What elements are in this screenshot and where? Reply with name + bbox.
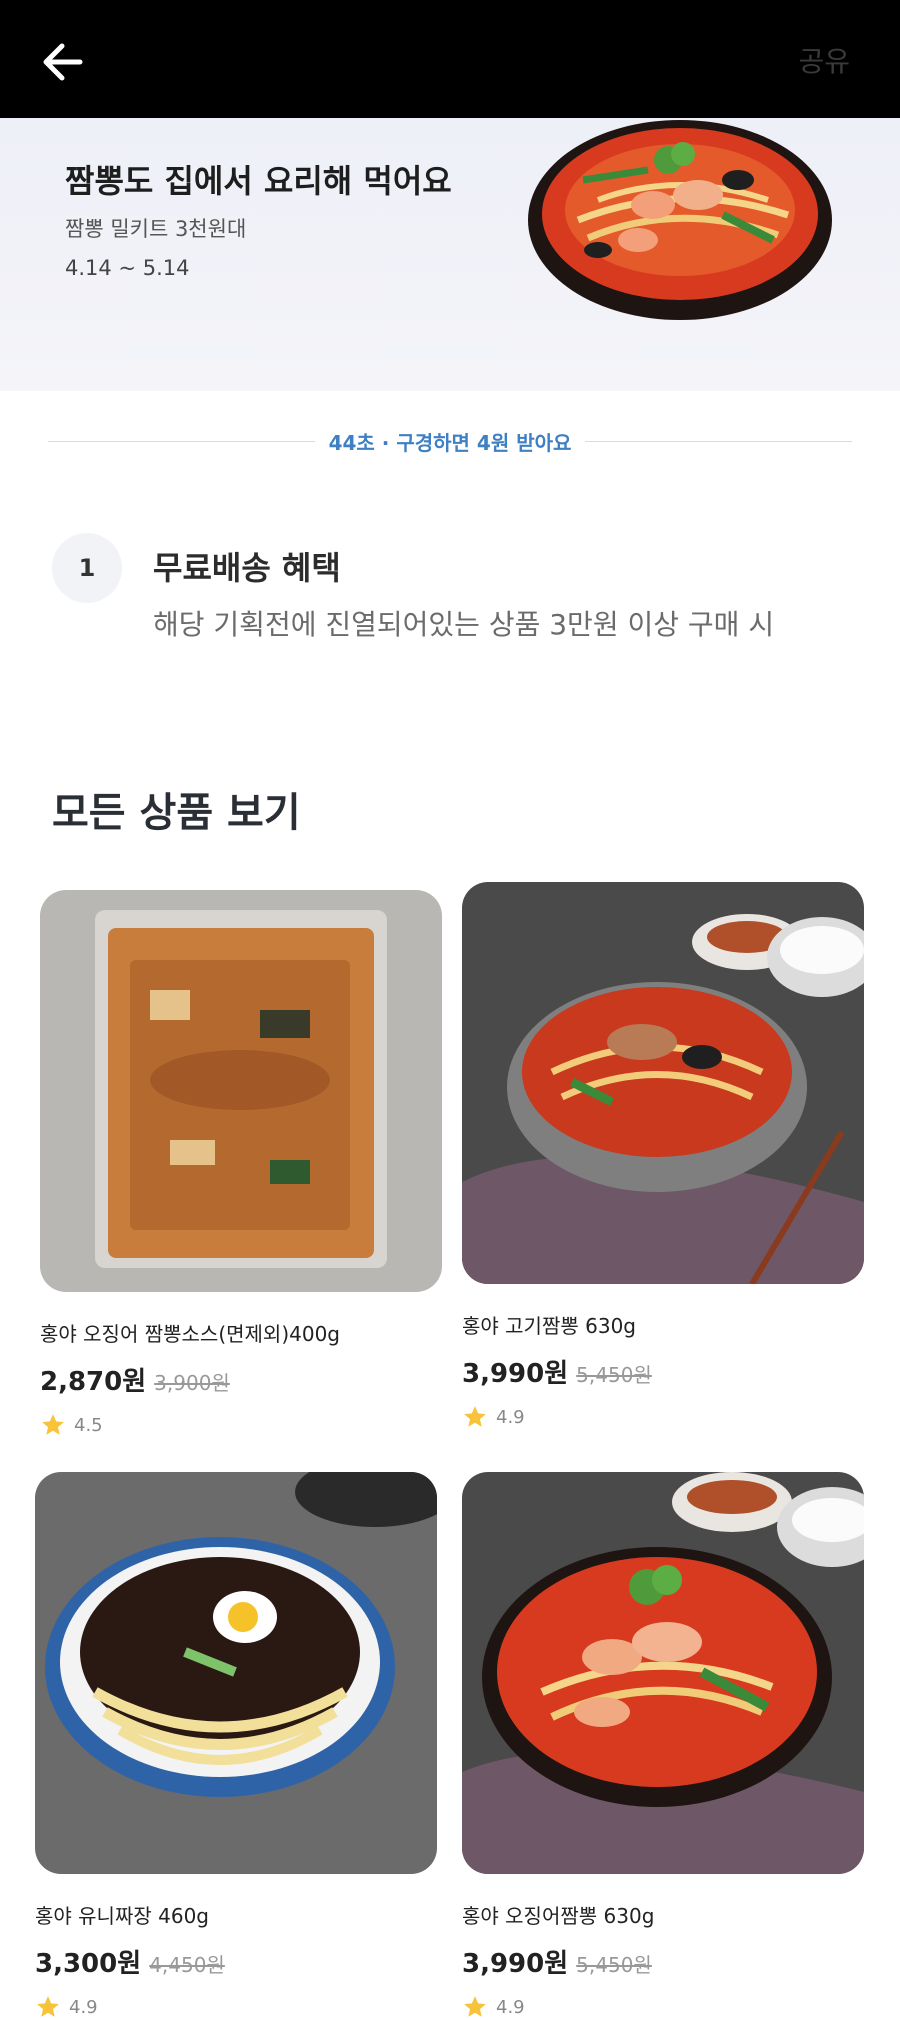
hero-banner: 짬뽕도 집에서 요리해 먹어요 짬뽕 밀키트 3천원대 4.14 ~ 5.14 <box>0 118 900 391</box>
product-card[interactable]: 홍야 오징어짬뽕 630g 3,990원 5,450원 4.9 <box>462 1472 864 2020</box>
rating-value: 4.5 <box>74 1414 103 1436</box>
product-image[interactable] <box>462 1472 864 1874</box>
product-image[interactable] <box>40 890 442 1292</box>
product-price: 3,990원 <box>462 1359 569 1389</box>
product-rating: 4.9 <box>35 1994 437 2020</box>
hero-date-range: 4.14 ~ 5.14 <box>65 256 190 280</box>
product-image[interactable] <box>462 882 864 1284</box>
rating-value: 4.9 <box>496 1996 525 2018</box>
share-button[interactable]: 공유 <box>798 40 850 80</box>
product-price: 3,300원 <box>35 1949 142 1979</box>
rating-value: 4.9 <box>496 1406 525 1428</box>
price-row: 2,870원 3,900원 <box>40 1361 442 1398</box>
product-name[interactable]: 홍야 유니짜장 460g <box>35 1900 437 1929</box>
benefit-number-badge: 1 <box>52 533 122 603</box>
benefit-description: 해당 기획전에 진열되어있는 상품 3만원 이상 구매 시 <box>153 608 775 641</box>
rating-value: 4.9 <box>69 1996 98 2018</box>
product-name[interactable]: 홍야 오징어짬뽕 630g <box>462 1900 864 1929</box>
product-original-price: 5,450원 <box>576 1953 652 1977</box>
arrow-left-icon <box>43 43 83 81</box>
product-name[interactable]: 홍야 고기짬뽕 630g <box>462 1310 864 1339</box>
benefit-title: 무료배송 혜택 <box>153 549 341 587</box>
top-bar: 공유 <box>0 0 900 118</box>
price-row: 3,990원 5,450원 <box>462 1353 864 1390</box>
product-image[interactable] <box>35 1472 437 1874</box>
product-card[interactable]: 홍야 고기짬뽕 630g 3,990원 5,450원 4.9 <box>462 882 864 1430</box>
star-icon <box>464 1406 486 1427</box>
star-icon <box>42 1414 64 1435</box>
product-card[interactable]: 홍야 오징어 짬뽕소스(면제외)400g 2,870원 3,900원 4.5 <box>40 890 442 1438</box>
product-name[interactable]: 홍야 오징어 짬뽕소스(면제외)400g <box>40 1318 442 1347</box>
product-price: 2,870원 <box>40 1367 147 1397</box>
product-rating: 4.9 <box>462 1994 864 2020</box>
hero-title: 짬뽕도 집에서 요리해 먹어요 <box>65 162 452 200</box>
divider-right <box>585 440 852 442</box>
product-card[interactable]: 홍야 유니짜장 460g 3,300원 4,450원 4.9 <box>35 1472 437 2020</box>
product-rating: 4.5 <box>40 1412 442 1438</box>
reward-timer-text: 44초 · 구경하면 4원 받아요 <box>328 430 572 455</box>
reward-timer: 44초 · 구경하면 4원 받아요 <box>48 426 852 456</box>
star-icon <box>37 1996 59 2017</box>
hero-jjamppong-image <box>528 120 832 320</box>
price-row: 3,990원 5,450원 <box>462 1943 864 1980</box>
section-title: 모든 상품 보기 <box>52 790 301 836</box>
product-original-price: 5,450원 <box>576 1363 652 1387</box>
hero-subtitle: 짬뽕 밀키트 3천원대 <box>65 217 247 241</box>
back-button[interactable] <box>34 34 90 90</box>
divider-left <box>48 440 315 442</box>
price-row: 3,300원 4,450원 <box>35 1943 437 1980</box>
product-original-price: 3,900원 <box>154 1371 230 1395</box>
product-price: 3,990원 <box>462 1949 569 1979</box>
product-rating: 4.9 <box>462 1404 864 1430</box>
star-icon <box>464 1996 486 2017</box>
product-original-price: 4,450원 <box>149 1953 225 1977</box>
